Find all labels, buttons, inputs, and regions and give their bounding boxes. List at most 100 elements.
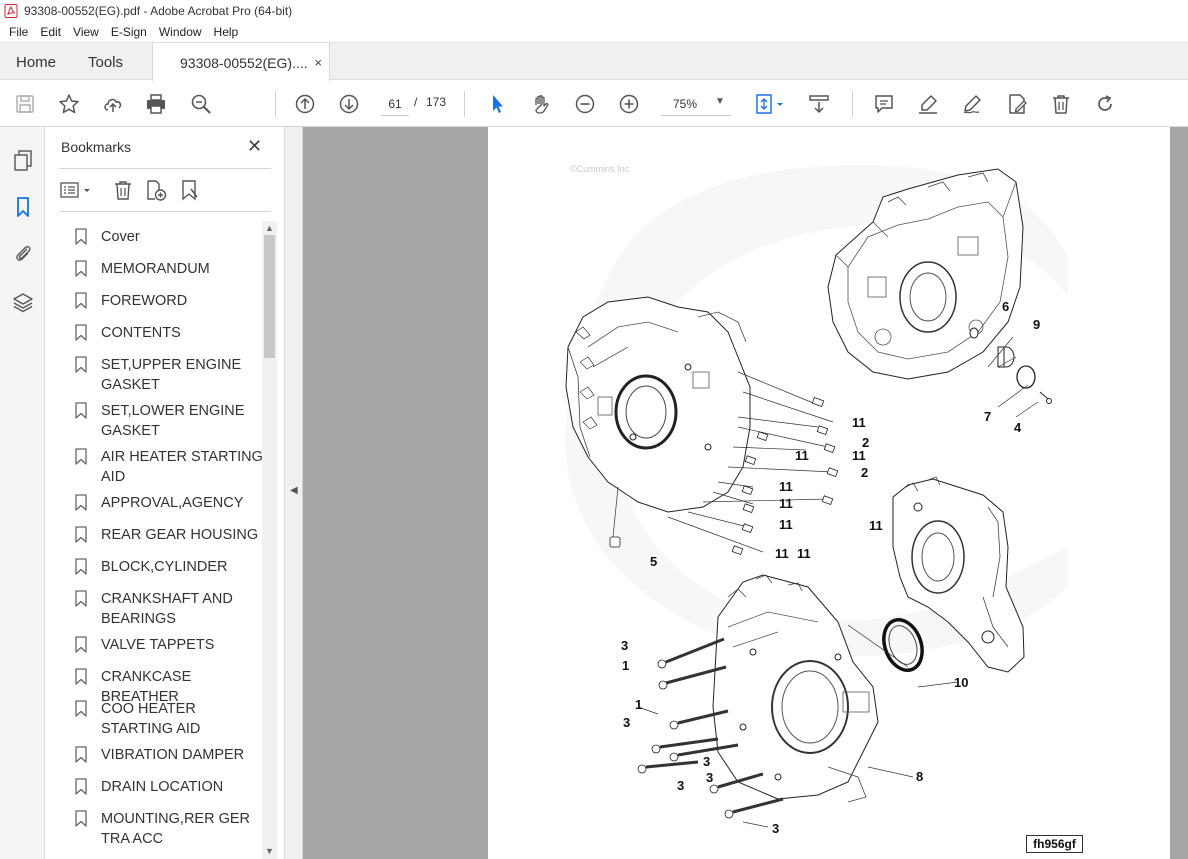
find-bookmark-icon[interactable] [178,177,202,203]
menu-file[interactable]: File [3,25,34,39]
callout-label: 4 [1014,420,1022,435]
bookmark-icon [75,700,87,717]
bookmark-label: BLOCK,CYLINDER [101,559,228,575]
callout-label: 3 [703,754,710,769]
menu-view[interactable]: View [67,25,105,39]
callout-label: 3 [677,778,684,793]
bookmarks-scrollbar[interactable]: ▲ ▼ [262,221,277,859]
bookmark-item[interactable]: VIBRATION DAMPER [75,745,265,765]
chevron-down-icon[interactable] [774,91,786,117]
menu-esign[interactable]: E-Sign [105,25,153,39]
page-down-icon[interactable] [336,91,362,117]
page-thumbnails-icon[interactable] [10,147,36,173]
bookmark-item[interactable]: AIR HEATER STARTING AID [75,447,265,487]
tab-document[interactable]: 93308-00552(EG).... × [152,43,330,82]
bookmark-icon [75,636,87,653]
bookmark-item[interactable]: SET,LOWER ENGINE GASKET [75,401,265,441]
collapse-panel-icon[interactable]: ◀ [290,485,298,496]
new-bookmark-icon[interactable] [144,177,168,203]
bookmark-icon [75,494,87,511]
delete-icon[interactable] [1048,91,1074,117]
callout-label: 1 [635,697,642,712]
callout-label: 11 [852,415,866,430]
page-up-icon[interactable] [292,91,318,117]
bookmark-label: COO HEATER STARTING AID [101,701,201,737]
bookmark-item[interactable]: BLOCK,CYLINDER [75,557,265,577]
scroll-up-icon[interactable]: ▲ [264,222,275,234]
title-bar: 93308-00552(EG).pdf - Adobe Acrobat Pro … [0,0,1188,22]
upload-icon[interactable] [100,91,126,117]
scroll-mode-icon[interactable] [806,91,832,117]
zoom-dropdown[interactable]: 75% ▼ [661,92,731,116]
callout-label: 7 [984,409,991,424]
panel-splitter[interactable]: ◀ [285,127,303,859]
page-number-input[interactable]: 61 [381,92,409,116]
bookmark-item[interactable]: MEMORANDUM [75,259,265,279]
bookmarks-icon[interactable] [10,194,36,220]
bookmark-item[interactable]: DRAIN LOCATION [75,777,265,797]
bookmark-item[interactable]: APPROVAL,AGENCY [75,493,265,513]
bookmark-options-icon[interactable] [59,177,93,203]
comment-icon[interactable] [871,91,897,117]
callout-label: 11 [852,448,866,463]
callout-label: 10 [954,675,968,690]
divider [59,211,271,212]
callout-label: 11 [775,546,789,561]
bookmark-icon [75,324,87,341]
bookmark-label: SET,LOWER ENGINE GASKET [101,403,245,439]
print-icon[interactable] [143,91,169,117]
bookmarks-title: Bookmarks [61,139,132,155]
tab-close-icon[interactable]: × [314,55,322,70]
page-separator: / [414,95,418,109]
sign-icon[interactable] [959,91,985,117]
bookmark-item[interactable]: COO HEATER STARTING AID [75,699,265,739]
tab-tools[interactable]: Tools [88,43,123,81]
hand-icon[interactable] [528,91,554,117]
fill-sign-icon[interactable] [1004,91,1030,117]
menu-window[interactable]: Window [153,25,208,39]
menu-edit[interactable]: Edit [34,25,67,39]
scroll-down-icon[interactable]: ▼ [264,845,275,857]
bookmark-item[interactable]: REAR GEAR HOUSING [75,525,265,545]
bookmark-label: MEMORANDUM [101,261,210,277]
bookmark-icon [75,402,87,419]
zoom-in-icon[interactable] [616,91,642,117]
scrollbar-thumb[interactable] [264,235,275,358]
bookmark-icon [75,668,87,685]
toolbar-separator [275,91,276,117]
zoom-out-icon[interactable] [572,91,598,117]
attachments-icon[interactable] [10,240,36,266]
save-icon[interactable] [12,91,38,117]
bookmark-item[interactable]: FOREWORD [75,291,265,311]
tab-bar: Home Tools 93308-00552(EG).... × [0,42,1188,82]
delete-bookmark-icon[interactable] [111,177,135,203]
window-title: 93308-00552(EG).pdf - Adobe Acrobat Pro … [24,4,293,18]
tab-home[interactable]: Home [16,43,56,81]
main-toolbar: 61 / 173 75% ▼ [0,81,1188,127]
menu-help[interactable]: Help [208,25,245,39]
document-viewport[interactable]: ©Cummins Inc 6 9 7 4 11 2 11 11 2 11 11 … [303,127,1188,859]
bookmark-icon [75,448,87,465]
acrobat-pdf-icon [4,4,18,18]
select-cursor-icon[interactable] [484,91,510,117]
divider [59,168,271,169]
callout-label: 11 [779,479,793,494]
close-icon[interactable]: ✕ [247,137,262,155]
bookmark-item[interactable]: SET,UPPER ENGINE GASKET [75,355,265,395]
zoom-search-icon[interactable] [188,91,214,117]
bookmark-item[interactable]: Cover [75,227,265,247]
star-icon[interactable] [56,91,82,117]
rotate-icon[interactable] [1092,91,1118,117]
bookmark-item[interactable]: CONTENTS [75,323,265,343]
callout-label: 8 [916,769,923,784]
bookmark-label: CRANKSHAFT AND BEARINGS [101,591,233,627]
layers-icon[interactable] [10,289,36,315]
bookmark-item[interactable]: VALVE TAPPETS [75,635,265,655]
bookmark-item[interactable]: MOUNTING,RER GER TRA ACC [75,809,265,849]
callout-label: 11 [797,546,811,561]
highlight-icon[interactable] [915,91,941,117]
bookmark-icon [75,746,87,763]
callout-label: 3 [623,715,630,730]
bookmark-icon [75,590,87,607]
bookmark-item[interactable]: CRANKSHAFT AND BEARINGS [75,589,265,629]
